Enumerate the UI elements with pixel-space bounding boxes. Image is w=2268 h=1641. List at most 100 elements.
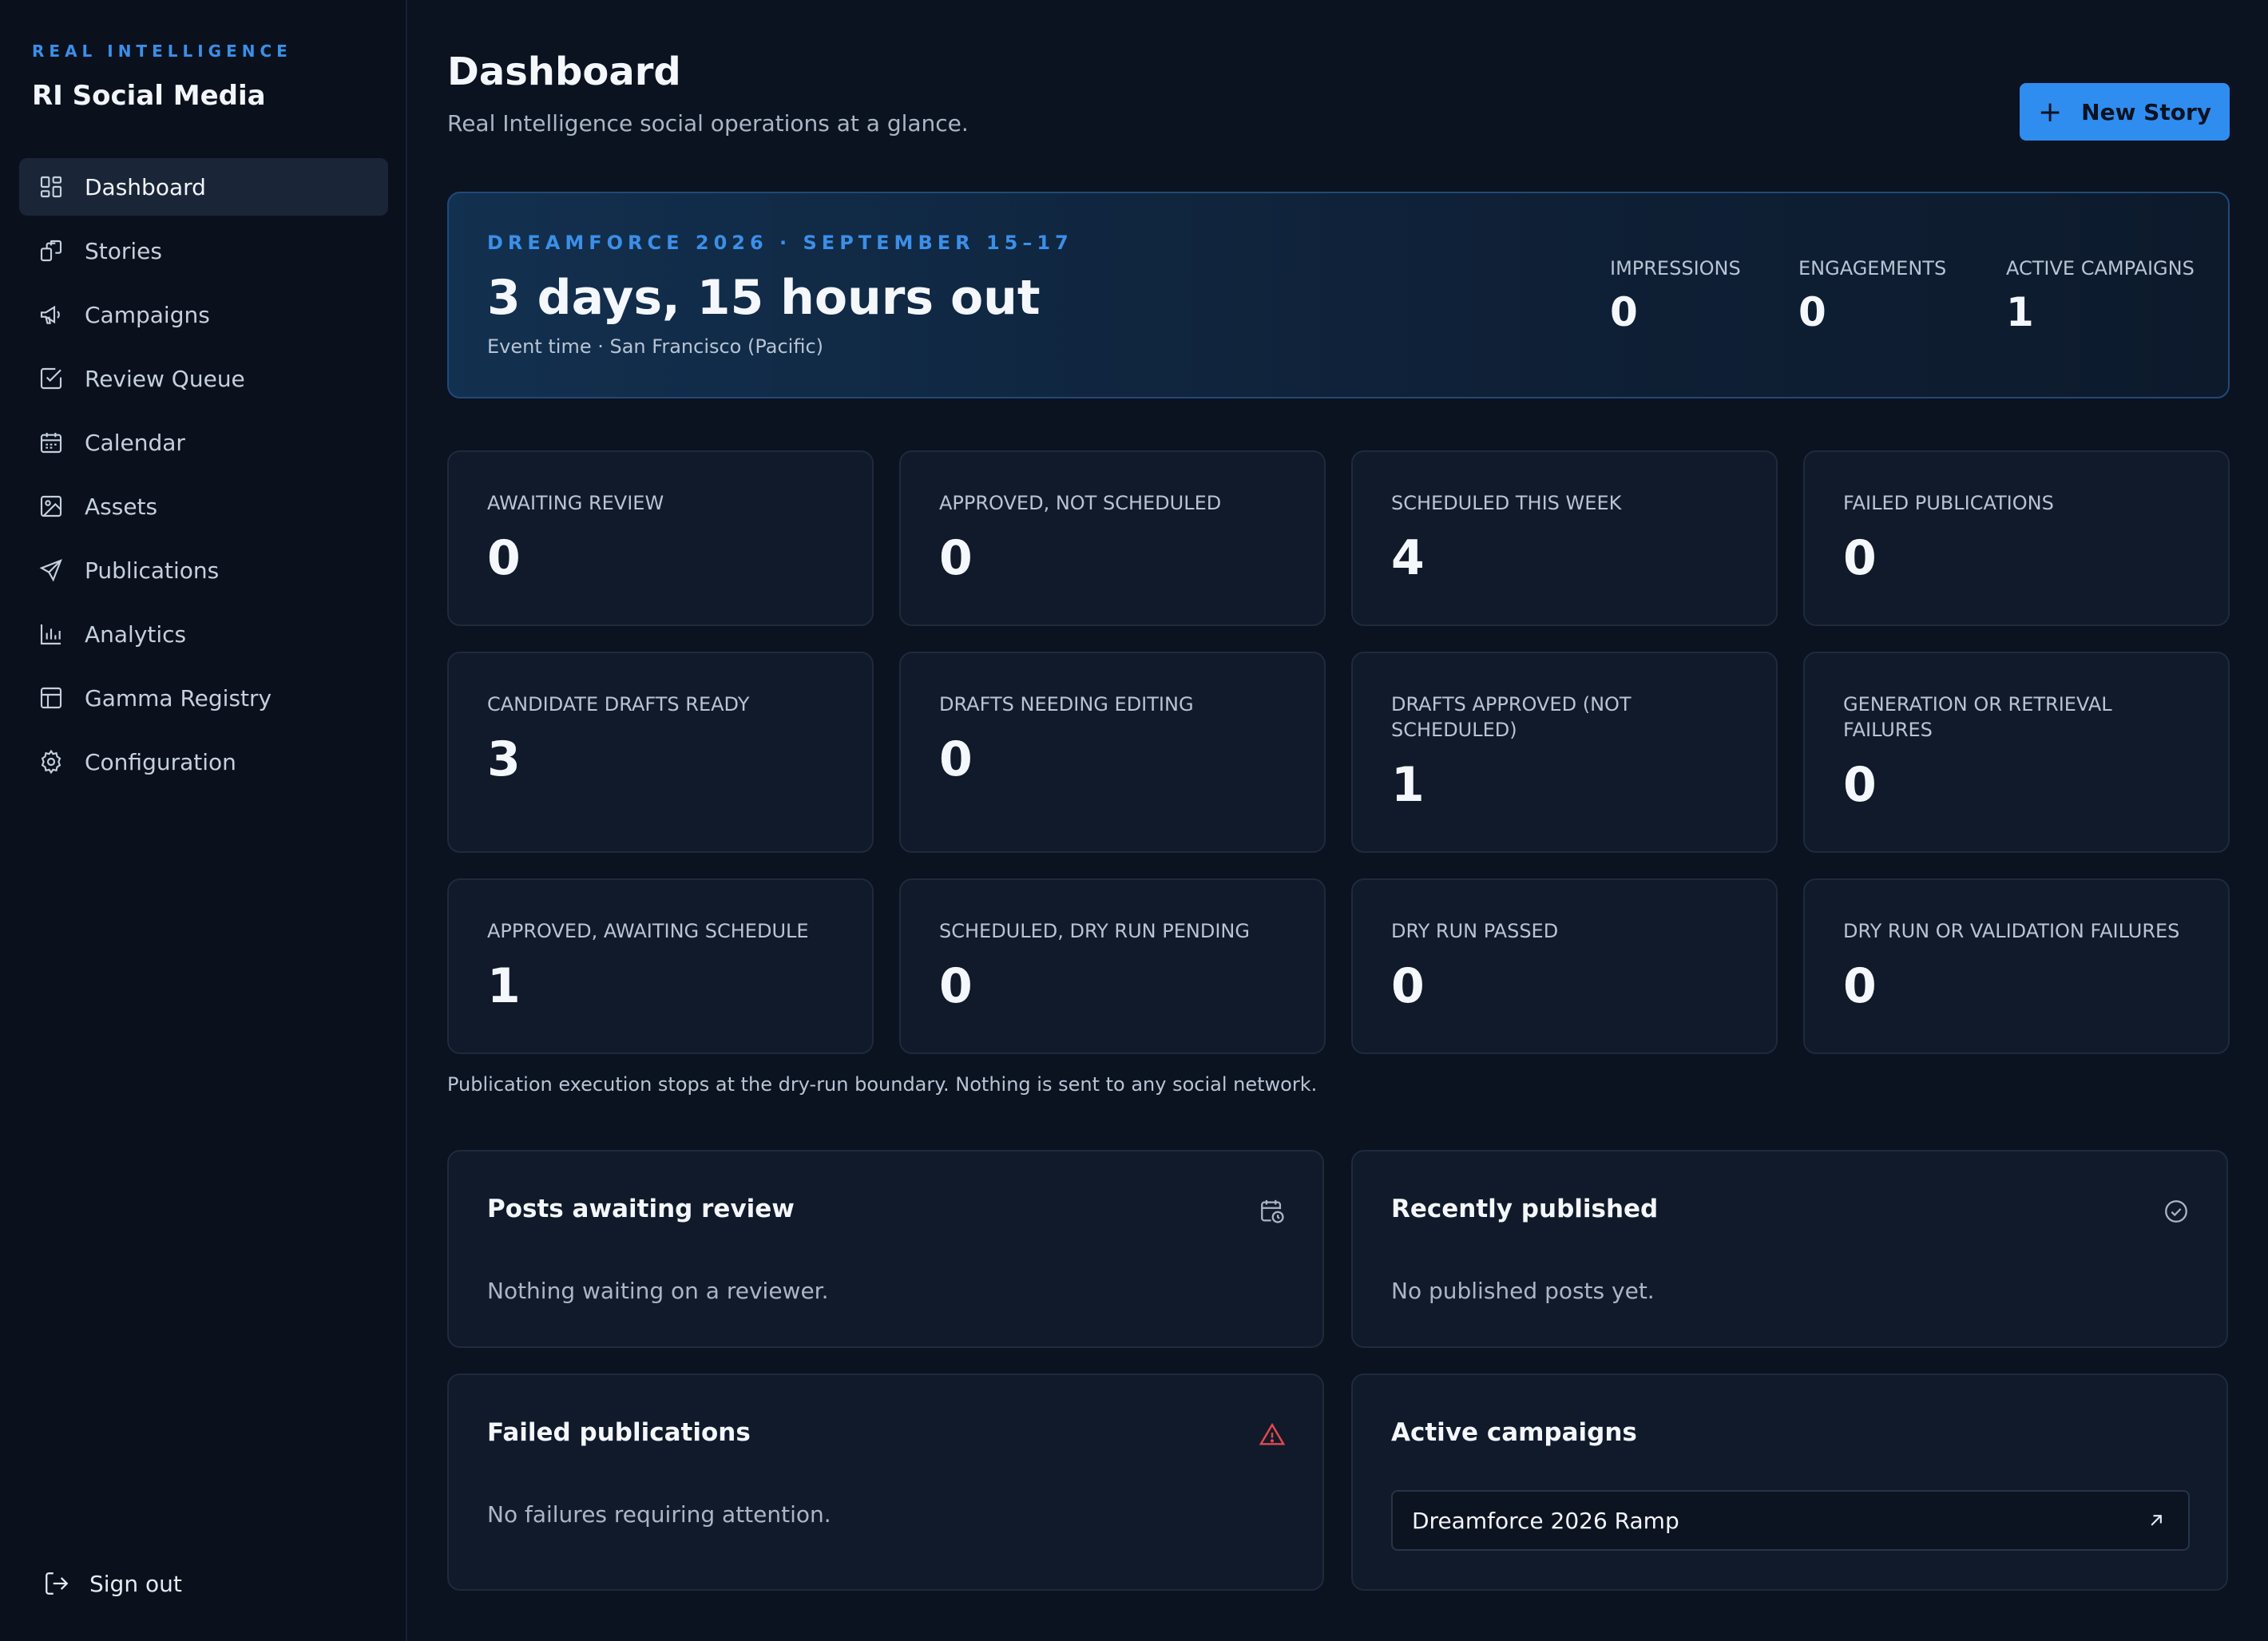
- metric-value: 0: [1843, 757, 1877, 813]
- sidebar-item-publications[interactable]: Publications: [19, 541, 388, 599]
- metric-label: Scheduled, dry run pending: [939, 920, 1250, 942]
- panel-empty-message: No failures requiring attention.: [487, 1501, 831, 1528]
- metric-value: 4: [1391, 530, 1425, 586]
- table-icon: [38, 685, 64, 711]
- sidebar-item-label: Stories: [85, 237, 162, 264]
- sidebar-item-gamma-registry[interactable]: Gamma Registry: [19, 669, 388, 727]
- metric-value: 1: [487, 958, 521, 1014]
- active-campaigns-panel: Active campaigns Dreamforce 2026 Ramp: [1351, 1373, 2228, 1591]
- metric-label: Awaiting review: [487, 492, 664, 514]
- stat-value: 0: [1610, 289, 1638, 335]
- metric-value: 0: [1843, 958, 1877, 1014]
- sign-out-button[interactable]: Sign out: [43, 1570, 182, 1597]
- metric-value: 0: [939, 530, 973, 586]
- send-icon: [38, 557, 64, 583]
- check-circle-icon: [2163, 1198, 2190, 1225]
- arrow-up-right-icon: [2145, 1509, 2167, 1532]
- stat-label: ACTIVE CAMPAIGNS: [2006, 257, 2195, 279]
- gear-icon: [38, 749, 64, 775]
- megaphone-icon: [38, 302, 64, 327]
- brand-title: RI Social Media: [32, 80, 266, 112]
- sidebar-item-label: Dashboard: [85, 173, 206, 200]
- metric-card-approved-awaiting-schedule[interactable]: Approved, awaiting schedule 1: [447, 878, 874, 1054]
- impressions-stat: IMPRESSIONS 0: [1610, 257, 1741, 335]
- sidebar-item-label: Assets: [85, 493, 158, 520]
- metric-label: Drafts needing editing: [939, 693, 1194, 715]
- event-countdown-banner: DREAMFORCE 2026 · SEPTEMBER 15–17 3 days…: [447, 192, 2230, 398]
- campaign-link[interactable]: Dreamforce 2026 Ramp: [1391, 1490, 2190, 1551]
- metric-value: 1: [1391, 757, 1425, 813]
- metric-card-failed-publications[interactable]: Failed publications 0: [1803, 450, 2230, 626]
- sidebar-item-campaigns[interactable]: Campaigns: [19, 286, 388, 343]
- sidebar-item-stories[interactable]: Stories: [19, 222, 388, 279]
- sidebar-item-label: Analytics: [85, 620, 187, 648]
- sidebar-item-analytics[interactable]: Analytics: [19, 605, 388, 663]
- metric-label: Approved, awaiting schedule: [487, 920, 809, 942]
- stat-value: 0: [1798, 289, 1826, 335]
- dashboard-icon: [38, 174, 64, 200]
- checkbox-icon: [38, 366, 64, 391]
- engagements-stat: ENGAGEMENTS 0: [1798, 257, 1946, 335]
- metric-value: 0: [487, 530, 521, 586]
- metric-label: Failed publications: [1843, 492, 2054, 514]
- metric-label: Candidate drafts ready: [487, 693, 750, 715]
- metric-card-dry-run-failures[interactable]: Dry run or validation failures 0: [1803, 878, 2230, 1054]
- stat-label: IMPRESSIONS: [1610, 257, 1741, 279]
- sign-out-icon: [43, 1570, 70, 1597]
- metric-card-drafts-approved[interactable]: Drafts approved (not scheduled) 1: [1351, 652, 1778, 853]
- stories-icon: [38, 238, 64, 264]
- sidebar-item-label: Campaigns: [85, 301, 210, 328]
- campaign-name: Dreamforce 2026 Ramp: [1412, 1507, 1679, 1534]
- sidebar-item-assets[interactable]: Assets: [19, 478, 388, 535]
- metric-card-awaiting-review[interactable]: Awaiting review 0: [447, 450, 874, 626]
- page-subtitle: Real Intelligence social operations at a…: [447, 110, 969, 137]
- panel-title: Recently published: [1391, 1195, 1659, 1223]
- metric-value: 3: [487, 731, 521, 787]
- sidebar-nav: Dashboard Stories Campaigns Review Queue…: [19, 158, 388, 797]
- page-title: Dashboard: [447, 50, 681, 94]
- metric-label: Generation or retrieval failures: [1843, 693, 2112, 741]
- dry-run-footnote: Publication execution stops at the dry-r…: [447, 1073, 1318, 1096]
- stat-value: 1: [2006, 289, 2034, 335]
- sidebar-item-configuration[interactable]: Configuration: [19, 733, 388, 791]
- metric-card-generation-failures[interactable]: Generation or retrieval failures 0: [1803, 652, 2230, 853]
- metric-value: 0: [939, 958, 973, 1014]
- stat-label: ENGAGEMENTS: [1798, 257, 1947, 279]
- warning-icon: [1259, 1421, 1286, 1449]
- metric-card-drafts-needing-editing[interactable]: Drafts needing editing 0: [899, 652, 1326, 853]
- brand-kicker: REAL INTELLIGENCE: [32, 42, 292, 61]
- sidebar-item-review-queue[interactable]: Review Queue: [19, 350, 388, 407]
- event-kicker: DREAMFORCE 2026 · SEPTEMBER 15–17: [487, 232, 1073, 254]
- active-campaigns-stat: ACTIVE CAMPAIGNS 1: [2006, 257, 2195, 335]
- metric-card-approved-not-scheduled[interactable]: Approved, not scheduled 0: [899, 450, 1326, 626]
- panel-empty-message: Nothing waiting on a reviewer.: [487, 1278, 829, 1304]
- metric-label: Drafts approved (not scheduled): [1391, 693, 1632, 741]
- panel-title: Active campaigns: [1391, 1418, 1637, 1447]
- metric-card-scheduled-this-week[interactable]: Scheduled this week 4: [1351, 450, 1778, 626]
- sidebar-item-dashboard[interactable]: Dashboard: [19, 158, 388, 216]
- new-story-button[interactable]: + New Story: [2020, 83, 2230, 141]
- sidebar: REAL INTELLIGENCE RI Social Media Dashbo…: [0, 0, 407, 1641]
- metric-value: 0: [939, 731, 973, 787]
- event-timezone-note: Event time · San Francisco (Pacific): [487, 335, 823, 358]
- metric-card-dry-run-pending[interactable]: Scheduled, dry run pending 0: [899, 878, 1326, 1054]
- panel-empty-message: No published posts yet.: [1391, 1278, 1655, 1304]
- panel-title: Failed publications: [487, 1418, 751, 1447]
- metric-card-candidate-drafts-ready[interactable]: Candidate drafts ready 3: [447, 652, 874, 853]
- metric-label: Scheduled this week: [1391, 492, 1622, 514]
- new-story-label: New Story: [2081, 98, 2212, 125]
- sidebar-item-label: Gamma Registry: [85, 684, 272, 711]
- calendar-icon: [38, 430, 64, 455]
- sidebar-item-calendar[interactable]: Calendar: [19, 414, 388, 471]
- metric-value: 0: [1391, 958, 1425, 1014]
- posts-awaiting-review-panel: Posts awaiting review Nothing waiting on…: [447, 1150, 1324, 1348]
- event-countdown: 3 days, 15 hours out: [487, 270, 1041, 326]
- recently-published-panel: Recently published No published posts ye…: [1351, 1150, 2228, 1348]
- sign-out-label: Sign out: [89, 1570, 182, 1597]
- sidebar-item-label: Review Queue: [85, 365, 245, 392]
- metric-card-dry-run-passed[interactable]: Dry run passed 0: [1351, 878, 1778, 1054]
- metric-value: 0: [1843, 530, 1877, 586]
- metric-label: Dry run or validation failures: [1843, 920, 2180, 942]
- failed-publications-panel: Failed publications No failures requirin…: [447, 1373, 1324, 1591]
- metric-label: Dry run passed: [1391, 920, 1559, 942]
